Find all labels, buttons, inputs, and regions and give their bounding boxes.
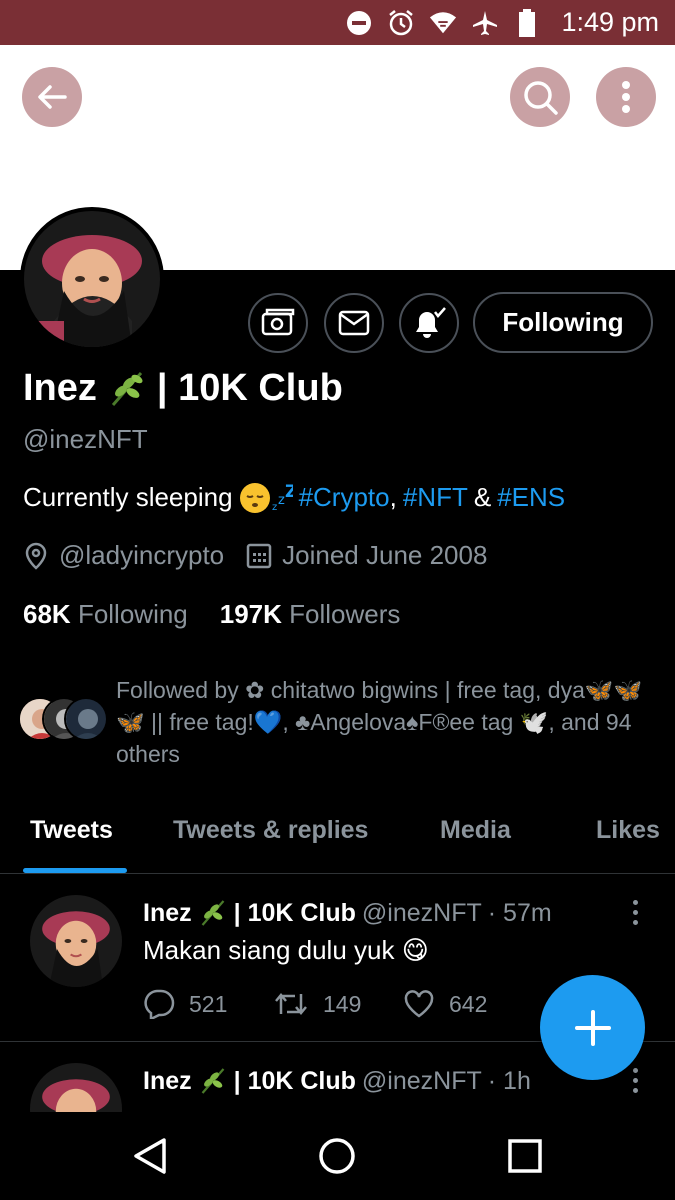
battery-icon: [513, 8, 541, 37]
tip-button[interactable]: [248, 293, 308, 353]
tweet-text: Makan siang dulu yuk 😋: [143, 935, 429, 965]
tweet-more-icon[interactable]: [630, 900, 640, 925]
message-button[interactable]: [324, 293, 384, 353]
follower-avatar: [64, 697, 108, 741]
following-button[interactable]: Following: [473, 292, 653, 353]
herb-emoji-icon: [201, 900, 224, 926]
profile-display-name: Inez: [23, 367, 97, 409]
tweet-header: Inez | 10K Club @inezNFT · 1h: [143, 1066, 531, 1096]
plus-icon: [574, 1009, 611, 1046]
tweet-author-suffix: | 10K Club: [233, 1066, 356, 1095]
square-recents-icon: [508, 1139, 542, 1173]
retweet-count: 149: [323, 990, 362, 1017]
do-not-disturb-icon: [345, 9, 373, 37]
herb-emoji-icon: [201, 1068, 224, 1094]
wifi-icon: [429, 9, 457, 37]
profile-location: @ladyincrypto: [23, 540, 224, 571]
bio-comma: ,: [389, 481, 397, 512]
like-count: 642: [449, 990, 488, 1017]
following-count-link[interactable]: 68K Following: [23, 599, 188, 630]
profile-name: Inez | 10K Club: [23, 367, 343, 410]
like-button[interactable]: 642: [403, 989, 533, 1019]
location-pin-icon: [25, 542, 47, 570]
tweet-header: Inez | 10K Club @inezNFT · 57m: [143, 898, 552, 928]
sleeping-face-icon: zzZ: [239, 482, 293, 513]
search-icon: [524, 81, 558, 115]
reply-count: 521: [189, 990, 228, 1017]
nav-home-button[interactable]: [315, 1134, 359, 1178]
tweet-actions: 521 149 642: [143, 989, 533, 1019]
location-text: @ladyincrypto: [59, 540, 225, 570]
alarm-icon: [387, 9, 415, 37]
arrow-left-icon: [38, 85, 67, 109]
tab-likes[interactable]: Likes: [596, 816, 660, 845]
profile-meta: @ladyincrypto Joined June 2008: [23, 540, 487, 571]
tab-media[interactable]: Media: [440, 816, 511, 845]
profile-avatar[interactable]: [20, 207, 164, 351]
nav-recents-button[interactable]: [503, 1134, 547, 1178]
profile-handle: @inezNFT: [23, 424, 148, 454]
svg-text:z: z: [278, 493, 285, 508]
compose-tweet-button[interactable]: [540, 975, 645, 1080]
status-bar: 1:49 pm: [0, 0, 675, 45]
active-tab-indicator: [23, 868, 127, 873]
money-icon: [261, 308, 295, 336]
svg-text:z: z: [272, 502, 277, 513]
herb-emoji-icon: [111, 371, 143, 406]
tweet-avatar[interactable]: [30, 1063, 122, 1112]
followed-by-text[interactable]: Followed by ✿ chitatwo bigwins | free ta…: [116, 674, 656, 770]
svg-text:Z: Z: [285, 482, 293, 502]
more-vertical-icon: [622, 81, 630, 113]
tweet-author-handle: @inezNFT: [361, 898, 482, 927]
reply-button[interactable]: 521: [143, 989, 273, 1019]
nav-back-button[interactable]: [128, 1134, 172, 1178]
envelope-icon: [338, 310, 370, 336]
triangle-back-icon: [134, 1138, 166, 1174]
twitter-profile-screen: 1:49 pm Following Inez | 10K Club @inezN…: [0, 0, 675, 1200]
profile-name-suffix: | 10K Club: [156, 367, 343, 409]
profile-joined: Joined June 2008: [246, 540, 487, 571]
retweet-icon: [275, 993, 307, 1015]
airplane-icon: [471, 9, 499, 37]
bio-text: Currently sleeping: [23, 481, 233, 512]
heart-icon: [404, 990, 434, 1018]
search-button[interactable]: [510, 67, 570, 127]
tweet-time: · 57m: [487, 898, 552, 927]
reply-icon: [144, 989, 175, 1019]
android-nav-bar: [0, 1112, 675, 1200]
tweet-avatar[interactable]: [30, 895, 122, 987]
tab-tweets[interactable]: Tweets: [30, 816, 113, 845]
tweet-author-name: Inez: [143, 898, 192, 927]
follow-counts: 68K Following 197K Followers: [23, 599, 400, 630]
tweet-author-suffix: | 10K Club: [233, 898, 356, 927]
bell-check-icon: [416, 307, 446, 338]
following-label: Following: [77, 599, 188, 629]
status-time: 1:49 pm: [561, 7, 659, 37]
followers-count-link[interactable]: 197K Followers: [220, 599, 401, 630]
hashtag-ens[interactable]: #ENS: [497, 482, 565, 513]
back-button[interactable]: [22, 67, 82, 127]
tweet-time: · 1h: [487, 1066, 531, 1095]
bio-ampersand: &: [473, 481, 492, 512]
joined-text: Joined June 2008: [282, 540, 488, 570]
followers-label: Followers: [289, 599, 401, 629]
profile-bio: Currently sleeping zzZ #Crypto, #NFT & #…: [23, 480, 565, 514]
circle-home-icon: [319, 1138, 355, 1174]
following-count: 68K: [23, 599, 71, 629]
tweet-author-name: Inez: [143, 1066, 192, 1095]
more-options-button[interactable]: [596, 67, 656, 127]
tweet-more-icon[interactable]: [630, 1068, 640, 1093]
tweet-author-handle: @inezNFT: [361, 1066, 482, 1095]
calendar-icon: [246, 543, 272, 568]
profile-tabs: Tweets Tweets & replies Media Likes: [0, 802, 675, 874]
hashtag-nft[interactable]: #NFT: [403, 482, 468, 513]
notifications-button[interactable]: [399, 293, 459, 353]
retweet-button[interactable]: 149: [273, 989, 403, 1019]
followers-count: 197K: [219, 599, 282, 629]
tab-tweets-replies[interactable]: Tweets & replies: [173, 816, 368, 845]
hashtag-crypto[interactable]: #Crypto: [299, 482, 390, 513]
